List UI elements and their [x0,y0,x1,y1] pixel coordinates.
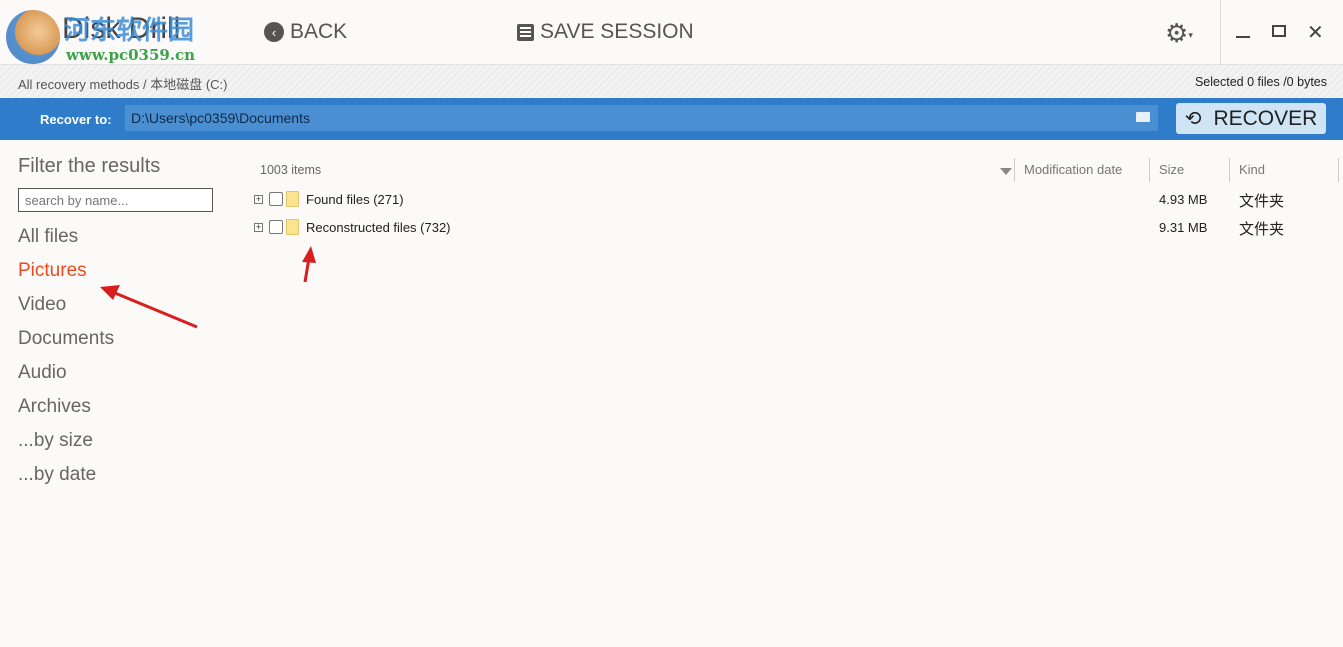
red-arrow-pictures [100,285,198,329]
red-arrow-reconstructed [302,246,316,283]
annotation-arrows [100,246,316,329]
